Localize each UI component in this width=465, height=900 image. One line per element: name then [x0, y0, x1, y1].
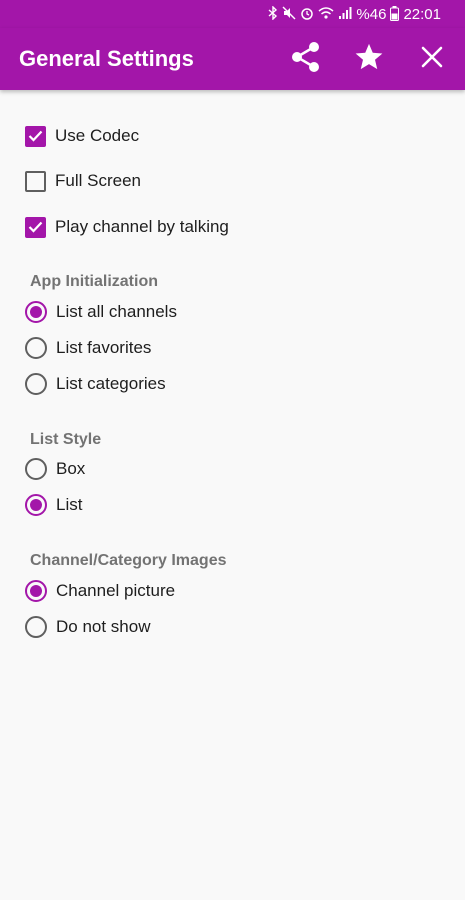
radio-label: Do not show: [56, 617, 151, 636]
close-icon: [421, 46, 443, 73]
use-codec-option[interactable]: Use Codec: [25, 122, 139, 150]
app-initialization-heading: App Initialization: [30, 273, 158, 290]
radio-label: Channel picture: [56, 581, 176, 600]
radio-button[interactable]: [25, 337, 47, 359]
alarm-icon: [300, 6, 314, 22]
radio-box[interactable]: Box: [25, 455, 85, 483]
share-button[interactable]: [286, 39, 326, 79]
star-icon: [354, 42, 384, 77]
page-title: General Settings: [19, 46, 194, 71]
radio-do-not-show[interactable]: Do not show: [25, 613, 151, 641]
radio-button[interactable]: [25, 301, 47, 323]
mute-icon: [282, 6, 296, 22]
battery-icon: [390, 5, 400, 23]
clock: 22:01: [403, 5, 441, 23]
images-heading: Channel/Category Images: [30, 552, 227, 569]
share-icon: [291, 41, 321, 78]
status-bar: %46 22:01: [0, 0, 465, 28]
radio-button[interactable]: [25, 580, 47, 602]
close-button[interactable]: [412, 39, 452, 79]
signal-icon: [338, 6, 352, 22]
radio-list[interactable]: List: [25, 491, 82, 519]
radio-button[interactable]: [25, 494, 47, 516]
radio-label: List favorites: [56, 338, 152, 357]
play-by-talking-checkbox[interactable]: [25, 216, 46, 238]
play-by-talking-label: Play channel by talking: [55, 217, 229, 236]
full-screen-option[interactable]: Full Screen: [25, 167, 141, 195]
use-codec-label: Use Codec: [55, 126, 140, 145]
bluetooth-icon: [268, 5, 278, 22]
full-screen-label: Full Screen: [55, 171, 141, 190]
radio-label: Box: [56, 459, 86, 478]
radio-button[interactable]: [25, 373, 47, 395]
battery-percent: %46: [356, 5, 387, 23]
play-by-talking-option[interactable]: Play channel by talking: [25, 213, 229, 241]
radio-button[interactable]: [25, 616, 47, 638]
wifi-icon: [318, 6, 334, 22]
radio-label: List categories: [56, 374, 166, 393]
radio-label: List: [56, 495, 83, 514]
radio-list-categories[interactable]: List categories: [25, 370, 166, 398]
radio-button[interactable]: [25, 458, 47, 480]
app-bar: General Settings: [0, 28, 465, 90]
radio-list-favorites[interactable]: List favorites: [25, 334, 151, 362]
radio-channel-picture[interactable]: Channel picture: [25, 577, 175, 605]
favorite-button[interactable]: [349, 39, 389, 79]
radio-label: List all channels: [56, 302, 177, 321]
list-style-heading: List Style: [30, 431, 102, 448]
full-screen-checkbox[interactable]: [25, 170, 46, 192]
use-codec-checkbox[interactable]: [25, 125, 46, 147]
radio-list-all-channels[interactable]: List all channels: [25, 298, 177, 326]
